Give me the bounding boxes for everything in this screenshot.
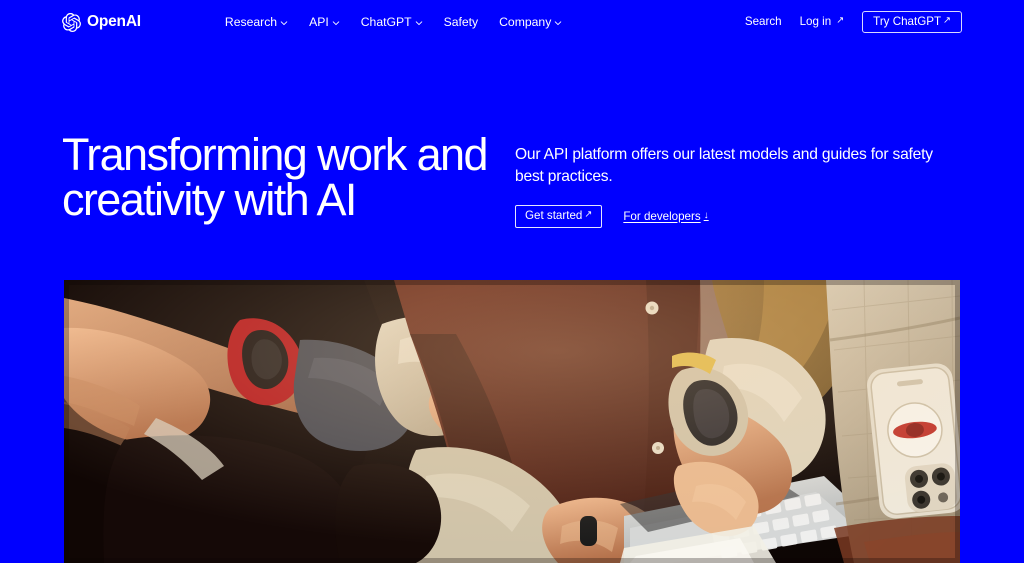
search-button[interactable]: Search [745, 16, 782, 28]
arrow-up-right-icon: ↗ [584, 209, 593, 221]
nav-item-company-label: Company [499, 14, 552, 29]
hero-section: Transforming work and creativity with AI… [62, 132, 962, 228]
primary-nav: Research API ChatGPT Safety Company [225, 16, 562, 28]
nav-item-safety[interactable]: Safety [444, 16, 479, 28]
for-developers-label: For developers [623, 209, 701, 223]
site-header: OpenAI Research API ChatGPT Safety Compa… [0, 0, 1024, 44]
chevron-down-icon [415, 19, 423, 27]
for-developers-link[interactable]: For developers ↓ [623, 209, 709, 223]
chevron-down-icon [280, 19, 288, 27]
try-chatgpt-button[interactable]: Try ChatGPT ↗ [862, 10, 962, 34]
hero-cta-row: Get started ↗ For developers ↓ [515, 205, 962, 228]
openai-homepage: OpenAI Research API ChatGPT Safety Compa… [0, 0, 1024, 563]
nav-item-research[interactable]: Research [225, 16, 288, 28]
try-chatgpt-label: Try ChatGPT [873, 14, 942, 28]
brand-logo[interactable]: OpenAI [62, 12, 141, 32]
nav-item-safety-label: Safety [443, 14, 479, 29]
chevron-down-icon [554, 19, 562, 27]
arrow-down-icon: ↓ [703, 210, 709, 222]
arrow-up-right-icon: ↗ [836, 15, 845, 27]
get-started-button[interactable]: Get started ↗ [515, 205, 603, 228]
hero-image [64, 280, 960, 563]
openai-blossom-icon [62, 12, 81, 32]
arrow-up-right-icon: ↗ [943, 14, 951, 26]
hero-subheading: Our API platform offers our latest model… [515, 146, 933, 185]
nav-item-company[interactable]: Company [499, 16, 562, 28]
utility-nav: Search Log in ↗ Try ChatGPT ↗ [745, 10, 962, 34]
nav-item-chatgpt[interactable]: ChatGPT [361, 16, 423, 28]
page-title: Transforming work and creativity with AI [62, 129, 489, 225]
brand-name: OpenAI [87, 13, 141, 31]
nav-item-research-label: Research [224, 14, 278, 29]
nav-item-api-label: API [309, 14, 329, 29]
search-label: Search [744, 15, 782, 29]
get-started-label: Get started [525, 209, 583, 222]
hero-copy-column: Our API platform offers our latest model… [514, 132, 962, 228]
nav-item-api[interactable]: API [309, 16, 340, 28]
hero-headline-column: Transforming work and creativity with AI [62, 132, 514, 222]
chevron-down-icon [332, 19, 340, 27]
nav-item-chatgpt-label: ChatGPT [360, 14, 412, 29]
login-link[interactable]: Log in ↗ [800, 16, 845, 28]
login-label: Log in [799, 15, 832, 29]
